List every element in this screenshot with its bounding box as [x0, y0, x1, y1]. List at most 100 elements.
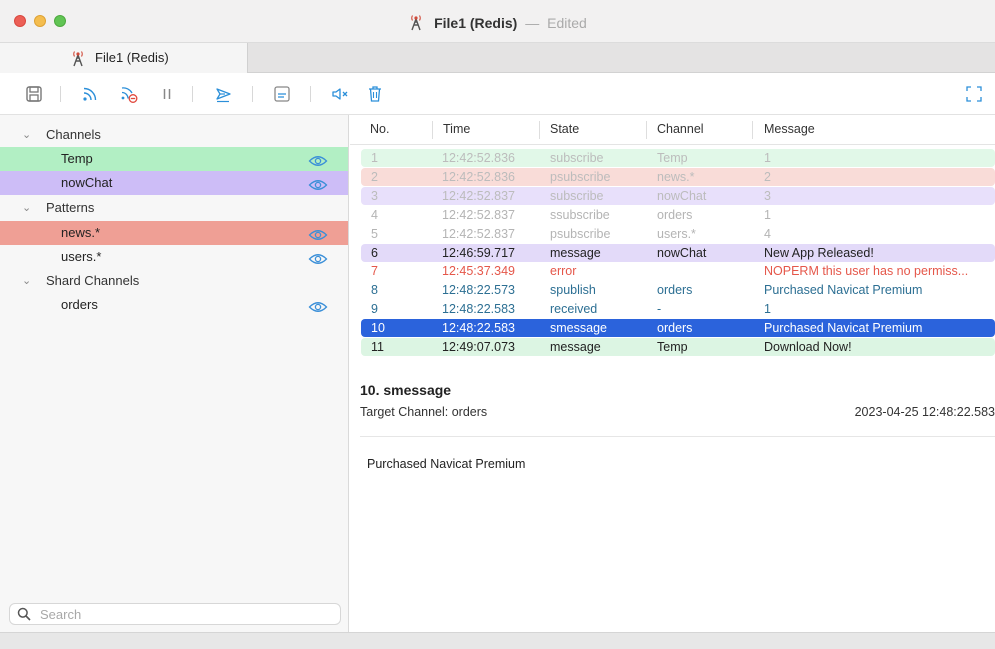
cell-channel: orders	[657, 321, 693, 336]
sidebar-item-nowchat[interactable]: nowChat	[0, 171, 348, 195]
mute-icon	[332, 88, 348, 100]
eye-icon[interactable]	[308, 298, 328, 312]
column-header-state[interactable]: State	[550, 122, 579, 136]
cell-channel: users.*	[657, 226, 696, 241]
redis-tower-icon	[70, 49, 86, 70]
cell-state: message	[550, 245, 601, 260]
tab-file1-redis[interactable]: File1 (Redis)	[0, 43, 248, 73]
table-row[interactable]: 6 12:46:59.717 message nowChat New App Relea…	[361, 243, 995, 262]
table-row[interactable]: 11 12:49:07.073 message Temp Download Now!	[361, 338, 995, 356]
detail-target-channel: Target Channel: orders	[360, 405, 488, 419]
toolbar-separator	[310, 86, 311, 102]
table-row[interactable]: 9 12:48:22.583 received - 1	[361, 300, 995, 318]
cell-time: 12:42:52.836	[442, 169, 515, 184]
table-row[interactable]: 2 12:42:52.836 psubscribe news.* 2	[361, 167, 995, 186]
message-panel-button[interactable]	[270, 82, 294, 106]
detail-timestamp: 2023-04-25 12:48:22.583	[854, 405, 995, 419]
column-divider[interactable]	[432, 121, 433, 139]
eye-icon[interactable]	[308, 226, 328, 240]
chevron-down-icon: ⌄	[22, 129, 32, 141]
column-divider[interactable]	[646, 121, 647, 139]
cell-state: error	[550, 264, 577, 279]
cell-channel: orders	[657, 283, 693, 298]
item-label: users.*	[61, 249, 102, 264]
eye-icon[interactable]	[308, 250, 328, 264]
cell-time: 12:42:52.836	[442, 151, 515, 165]
cell-message: 4	[764, 226, 771, 241]
cell-no: 6	[371, 245, 378, 260]
publish-button[interactable]	[212, 82, 236, 106]
cell-message: Purchased Navicat Premium	[764, 321, 923, 336]
eye-icon[interactable]	[308, 176, 328, 190]
cell-message: 1	[764, 207, 771, 222]
table-row[interactable]: 7 12:45:37.349 error NOPERM this user has n…	[361, 262, 995, 280]
table-row[interactable]: 10 12:48:22.583 smessage orders Purchased Na…	[361, 319, 995, 338]
cell-state: subscribe	[550, 151, 604, 165]
window-title-separator: —	[525, 15, 540, 31]
cell-time: 12:48:22.583	[442, 302, 515, 317]
cell-no: 9	[371, 302, 378, 317]
eye-icon-shape	[308, 254, 328, 264]
table-row[interactable]: 4 12:42:52.837 ssubscribe orders 1	[361, 206, 995, 224]
cell-state: message	[550, 340, 601, 354]
cell-no: 10	[371, 321, 385, 336]
cell-time: 12:49:07.073	[442, 340, 515, 354]
column-header-no[interactable]: No.	[370, 122, 389, 136]
cell-channel: Temp	[657, 151, 688, 165]
eye-icon[interactable]	[308, 152, 328, 166]
sidebar-item-orders[interactable]: orders	[0, 293, 348, 317]
sidebar-item-news[interactable]: news.*	[0, 221, 348, 245]
cell-message: New App Released!	[764, 245, 874, 260]
column-header-message[interactable]: Message	[764, 122, 815, 136]
clear-button[interactable]	[363, 82, 387, 106]
sidebar-item-temp[interactable]: Temp	[0, 147, 348, 171]
column-divider[interactable]	[752, 121, 753, 139]
cell-no: 3	[371, 188, 378, 203]
eye-icon-shape	[308, 230, 328, 240]
cell-time: 12:48:22.583	[442, 321, 515, 336]
pause-button[interactable]	[155, 82, 179, 106]
cell-time: 12:42:52.837	[442, 207, 515, 222]
cell-state: spublish	[550, 283, 596, 298]
unsubscribe-button[interactable]	[117, 82, 141, 106]
shard-channels-group-header[interactable]: ⌄ Shard Channels	[0, 269, 348, 293]
cell-time: 12:46:59.717	[442, 245, 515, 260]
cell-channel: Temp	[657, 340, 688, 354]
sidebar: ⌄ Channels Temp nowChat ⌄ Patterns news.…	[0, 115, 349, 632]
fullscreen-button[interactable]	[962, 82, 986, 106]
column-header-time[interactable]: Time	[443, 122, 470, 136]
table-header: No. Time State Channel Message	[350, 115, 995, 145]
subscribe-button[interactable]	[78, 82, 102, 106]
tab-label: File1 (Redis)	[95, 50, 169, 65]
cell-no: 4	[371, 207, 378, 222]
cell-channel: nowChat	[657, 188, 707, 203]
cell-message: 3	[764, 188, 771, 203]
patterns-group-header[interactable]: ⌄ Patterns	[0, 196, 348, 220]
save-button[interactable]	[22, 82, 46, 106]
column-divider[interactable]	[539, 121, 540, 139]
detail-message-body: Purchased Navicat Premium	[367, 457, 526, 471]
cell-time: 12:42:52.837	[442, 226, 515, 241]
table-row[interactable]: 8 12:48:22.573 spublish orders Purchased Nav…	[361, 281, 995, 299]
mute-button[interactable]	[328, 82, 352, 106]
group-label: Patterns	[46, 200, 95, 215]
sidebar-item-users[interactable]: users.*	[0, 245, 348, 269]
column-header-channel[interactable]: Channel	[657, 122, 704, 136]
search-box[interactable]	[9, 603, 341, 625]
cell-state: smessage	[550, 321, 607, 336]
group-label: Channels	[46, 127, 101, 142]
table-row[interactable]: 1 12:42:52.836 subscribe Temp 1	[361, 149, 995, 167]
table-row[interactable]: 3 12:42:52.837 subscribe nowChat 3	[361, 186, 995, 205]
eye-icon-shape	[308, 302, 328, 312]
toolbar	[0, 73, 995, 115]
cell-message: 2	[764, 169, 771, 184]
cell-time: 12:45:37.349	[442, 264, 515, 279]
window-title-text: File1 (Redis)	[434, 15, 518, 31]
channels-group-header[interactable]: ⌄ Channels	[0, 123, 348, 147]
table-row[interactable]: 5 12:42:52.837 psubscribe users.* 4	[361, 225, 995, 243]
cell-time: 12:42:52.837	[442, 188, 515, 203]
search-input[interactable]	[40, 606, 330, 622]
cell-channel: news.*	[657, 169, 695, 184]
cell-state: psubscribe	[550, 226, 611, 241]
cell-state: subscribe	[550, 188, 604, 203]
